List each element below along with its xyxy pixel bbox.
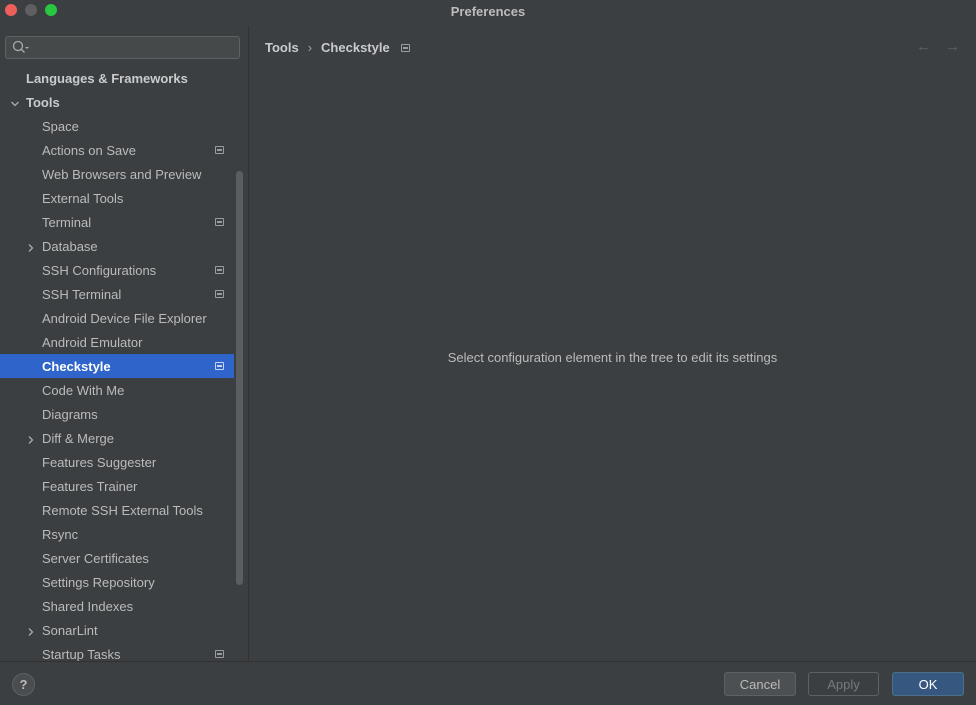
search-icon[interactable] xyxy=(12,40,30,57)
chevron-right-icon[interactable] xyxy=(26,625,36,636)
apply-button[interactable]: Apply xyxy=(808,672,879,696)
title-bar: Preferences xyxy=(0,0,976,22)
window-controls xyxy=(5,4,57,16)
dialog-footer: ? Cancel Apply OK xyxy=(0,662,976,705)
breadcrumb-parent[interactable]: Tools xyxy=(265,40,299,55)
breadcrumb: Tools › Checkstyle xyxy=(265,40,410,55)
tree-item-label: Features Trainer xyxy=(42,478,138,494)
tree-item-label: Android Emulator xyxy=(42,334,143,350)
tree-item-actions-on-save[interactable]: Actions on Save xyxy=(0,138,234,162)
project-level-icon xyxy=(215,362,224,370)
empty-state-message: Select configuration element in the tree… xyxy=(447,350,778,365)
history-navigation: ← → xyxy=(916,38,960,55)
tree-item-features-trainer[interactable]: Features Trainer xyxy=(0,474,234,498)
tree-item-sonarlint[interactable]: SonarLint xyxy=(0,618,234,642)
chevron-right-icon[interactable] xyxy=(26,241,36,252)
tree-item-ssh-terminal[interactable]: SSH Terminal xyxy=(0,282,234,306)
tree-item-label: Settings Repository xyxy=(42,574,155,590)
minimize-window-button[interactable] xyxy=(25,4,37,16)
maximize-window-button[interactable] xyxy=(45,4,57,16)
tree-item-label: SonarLint xyxy=(42,622,98,638)
tree-item-label: Code With Me xyxy=(42,382,125,398)
tree-item-android-emulator[interactable]: Android Emulator xyxy=(0,330,234,354)
help-button[interactable]: ? xyxy=(12,673,35,696)
tree-item-web-browsers-and-preview[interactable]: Web Browsers and Preview xyxy=(0,162,234,186)
back-arrow-icon[interactable]: ← xyxy=(916,38,931,55)
tree-item-label: Web Browsers and Preview xyxy=(42,166,202,182)
forward-arrow-icon[interactable]: → xyxy=(945,38,960,55)
tree-item-server-certificates[interactable]: Server Certificates xyxy=(0,546,234,570)
tree-item-languages-frameworks[interactable]: Languages & Frameworks xyxy=(0,66,234,90)
tree-item-diagrams[interactable]: Diagrams xyxy=(0,402,234,426)
tree-item-label: Tools xyxy=(26,94,60,110)
cancel-button[interactable]: Cancel xyxy=(724,672,796,696)
tree-item-label: Rsync xyxy=(42,526,79,542)
tree-item-terminal[interactable]: Terminal xyxy=(0,210,234,234)
chevron-right-icon[interactable] xyxy=(26,433,36,444)
project-level-icon xyxy=(400,43,410,52)
settings-content: Tools › Checkstyle ← → Select configurat… xyxy=(249,26,976,661)
project-level-icon xyxy=(215,218,224,226)
sidebar-scrollbar[interactable] xyxy=(236,171,244,585)
tree-item-label: Diff & Merge xyxy=(42,430,115,446)
tree-item-diff-merge[interactable]: Diff & Merge xyxy=(0,426,234,450)
tree-item-features-suggester[interactable]: Features Suggester xyxy=(0,450,234,474)
breadcrumb-separator: › xyxy=(307,40,313,55)
tree-item-label: Features Suggester xyxy=(42,454,157,470)
tree-item-label: Shared Indexes xyxy=(42,598,134,614)
tree-item-label: Languages & Frameworks xyxy=(26,70,188,86)
search-input[interactable] xyxy=(32,39,232,56)
tree-item-rsync[interactable]: Rsync xyxy=(0,522,234,546)
tree-item-code-with-me[interactable]: Code With Me xyxy=(0,378,234,402)
project-level-icon xyxy=(215,650,224,658)
tree-item-label: Database xyxy=(42,238,98,254)
tree-item-tools[interactable]: Tools xyxy=(0,90,234,114)
tree-item-label: Terminal xyxy=(42,214,92,230)
breadcrumb-current: Checkstyle xyxy=(321,40,390,55)
project-level-icon xyxy=(215,290,224,298)
tree-item-remote-ssh-external-tools[interactable]: Remote SSH External Tools xyxy=(0,498,234,522)
chevron-down-icon[interactable] xyxy=(10,97,20,107)
tree-item-checkstyle[interactable]: Checkstyle xyxy=(0,354,234,378)
settings-sidebar: Languages & Frameworks Tools Space Actions … xyxy=(0,26,248,661)
close-window-button[interactable] xyxy=(5,4,17,16)
tree-item-space[interactable]: Space xyxy=(0,114,234,138)
tree-item-label: Remote SSH External Tools xyxy=(42,502,203,518)
window-title: Preferences xyxy=(450,3,526,19)
tree-item-label: SSH Configurations xyxy=(42,262,157,278)
tree-item-label: Startup Tasks xyxy=(42,646,121,662)
tree-item-label: Android Device File Explorer xyxy=(42,310,207,326)
tree-item-shared-indexes[interactable]: Shared Indexes xyxy=(0,594,234,618)
tree-item-settings-repository[interactable]: Settings Repository xyxy=(0,570,234,594)
tree-item-label: Actions on Save xyxy=(42,142,136,158)
ok-button[interactable]: OK xyxy=(892,672,964,696)
tree-item-label: Checkstyle xyxy=(42,358,111,374)
tree-item-startup-tasks[interactable]: Startup Tasks xyxy=(0,642,234,661)
tree-item-external-tools[interactable]: External Tools xyxy=(0,186,234,210)
tree-item-database[interactable]: Database xyxy=(0,234,234,258)
tree-item-android-device-file-explorer[interactable]: Android Device File Explorer xyxy=(0,306,234,330)
search-box[interactable] xyxy=(5,36,240,59)
tree-item-label: Space xyxy=(42,118,79,134)
tree-item-label: Server Certificates xyxy=(42,550,149,566)
scrollbar-thumb[interactable] xyxy=(236,171,243,585)
project-level-icon xyxy=(215,266,224,274)
tree-item-label: Diagrams xyxy=(42,406,98,422)
tree-item-ssh-configurations[interactable]: SSH Configurations xyxy=(0,258,234,282)
tree-item-label: External Tools xyxy=(42,190,124,206)
tree-item-label: SSH Terminal xyxy=(42,286,122,302)
project-level-icon xyxy=(215,146,224,154)
